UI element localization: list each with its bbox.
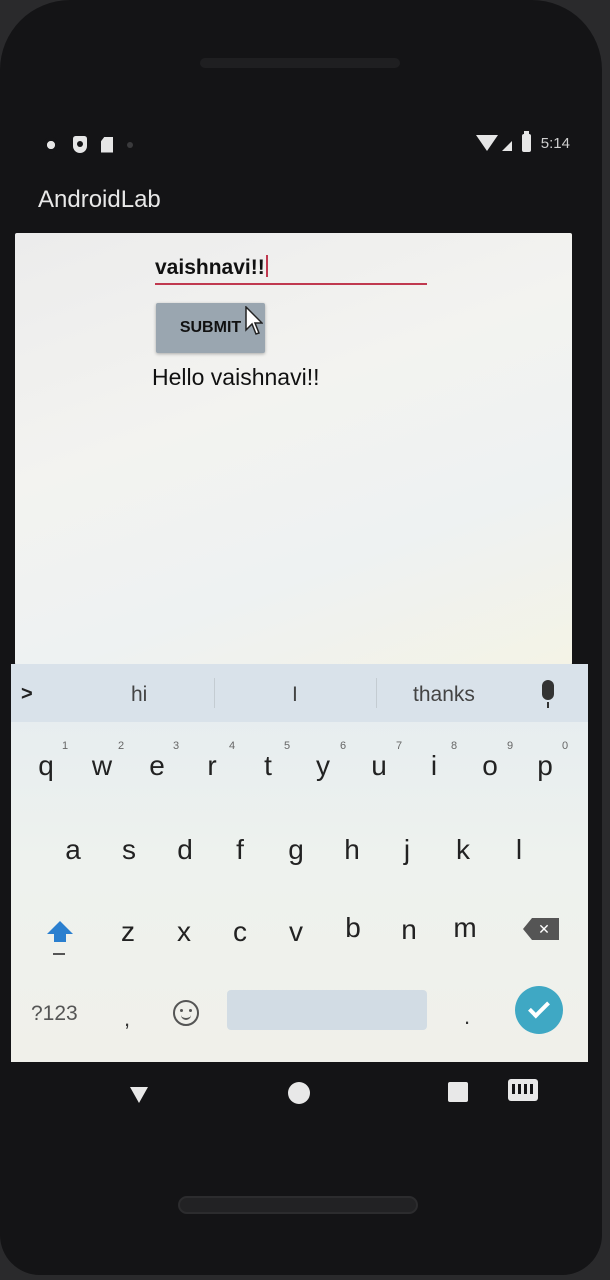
- app-content: vaishnavi!! SUBMIT Hello vaishnavi!!: [15, 233, 572, 665]
- battery-icon: [521, 131, 531, 152]
- shift-underline: [53, 953, 65, 955]
- key-j[interactable]: j: [387, 834, 427, 866]
- key-p[interactable]: p: [525, 750, 565, 782]
- name-input-value: vaishnavi!!: [155, 255, 268, 280]
- key-a[interactable]: a: [53, 834, 93, 866]
- status-time: 5:14: [540, 134, 570, 152]
- key-w[interactable]: w: [82, 750, 122, 782]
- recents-icon[interactable]: [448, 1082, 468, 1102]
- space-bar[interactable]: [227, 990, 427, 1030]
- notification-dot-icon: [127, 141, 133, 148]
- key-b[interactable]: b: [333, 912, 373, 944]
- key-v[interactable]: v: [276, 916, 316, 948]
- suggestion-1[interactable]: hi: [131, 683, 147, 707]
- key-u[interactable]: u: [359, 750, 399, 782]
- status-bar: 5:14: [25, 128, 570, 164]
- key-m[interactable]: m: [445, 912, 485, 944]
- sd-card-icon: [101, 136, 113, 153]
- shift-key-icon[interactable]: [47, 921, 73, 942]
- app-title: AndroidLab: [38, 186, 161, 213]
- key-x[interactable]: x: [164, 916, 204, 948]
- expand-chevron-icon[interactable]: >: [21, 683, 33, 706]
- symbols-key[interactable]: ?123: [31, 1002, 78, 1026]
- key-k[interactable]: k: [443, 834, 483, 866]
- key-hint: 3: [173, 740, 180, 752]
- key-hint: 5: [284, 740, 291, 752]
- emoji-key-icon[interactable]: [173, 1000, 199, 1026]
- key-g[interactable]: g: [276, 834, 316, 866]
- name-input[interactable]: vaishnavi!!: [155, 253, 427, 285]
- home-icon[interactable]: [288, 1082, 310, 1104]
- key-q[interactable]: q: [26, 750, 66, 782]
- cell-signal-icon: [501, 141, 512, 151]
- navigation-bar: [0, 1062, 602, 1122]
- greeting-output: Hello vaishnavi!!: [152, 364, 320, 390]
- checkmark-icon: [528, 996, 550, 1019]
- settings-icon: [43, 136, 59, 153]
- phone-frame: 5:14 AndroidLab vaishnavi!! SUBMIT Hello…: [0, 0, 602, 1275]
- key-f[interactable]: f: [220, 834, 260, 866]
- enter-key[interactable]: [515, 986, 563, 1034]
- earpiece-speaker: [200, 58, 400, 68]
- key-e[interactable]: e: [137, 750, 177, 782]
- key-hint: 6: [340, 740, 347, 752]
- key-s[interactable]: s: [109, 834, 149, 866]
- suggestion-divider: [376, 678, 377, 708]
- comma-key[interactable]: ,: [124, 1006, 130, 1032]
- key-hint: 8: [451, 740, 458, 752]
- key-z[interactable]: z: [108, 916, 148, 948]
- key-hint: 7: [396, 740, 403, 752]
- key-r[interactable]: r: [192, 750, 232, 782]
- period-key[interactable]: .: [464, 1004, 470, 1030]
- suggestion-strip: > hi I thanks: [11, 664, 588, 722]
- key-h[interactable]: h: [332, 834, 372, 866]
- suggestion-2[interactable]: I: [292, 683, 298, 707]
- key-o[interactable]: o: [470, 750, 510, 782]
- shield-icon: [73, 136, 87, 153]
- microphone-icon[interactable]: [542, 680, 554, 708]
- suggestion-divider: [214, 678, 215, 708]
- key-y[interactable]: y: [303, 750, 343, 782]
- backspace-key-icon[interactable]: ✕: [523, 918, 559, 940]
- key-t[interactable]: t: [248, 750, 288, 782]
- key-hint: 0: [562, 740, 569, 752]
- bottom-speaker: [178, 1196, 418, 1214]
- key-hint: 9: [507, 740, 514, 752]
- back-icon[interactable]: [130, 1087, 148, 1103]
- soft-keyboard: > hi I thanks q 1 w 2 e 3 r 4 t 5 y 6 u …: [11, 664, 588, 1062]
- key-hint: 4: [229, 740, 236, 752]
- key-d[interactable]: d: [165, 834, 205, 866]
- key-n[interactable]: n: [389, 914, 429, 946]
- text-caret: [265, 255, 268, 277]
- mouse-pointer-icon: [245, 306, 263, 335]
- keyboard-switch-icon[interactable]: [508, 1079, 538, 1101]
- key-hint: 1: [62, 740, 69, 752]
- key-l[interactable]: l: [499, 834, 539, 866]
- key-c[interactable]: c: [220, 916, 260, 948]
- wifi-icon: [475, 135, 498, 151]
- key-hint: 2: [118, 740, 125, 752]
- suggestion-3[interactable]: thanks: [413, 683, 475, 707]
- key-i[interactable]: i: [414, 750, 454, 782]
